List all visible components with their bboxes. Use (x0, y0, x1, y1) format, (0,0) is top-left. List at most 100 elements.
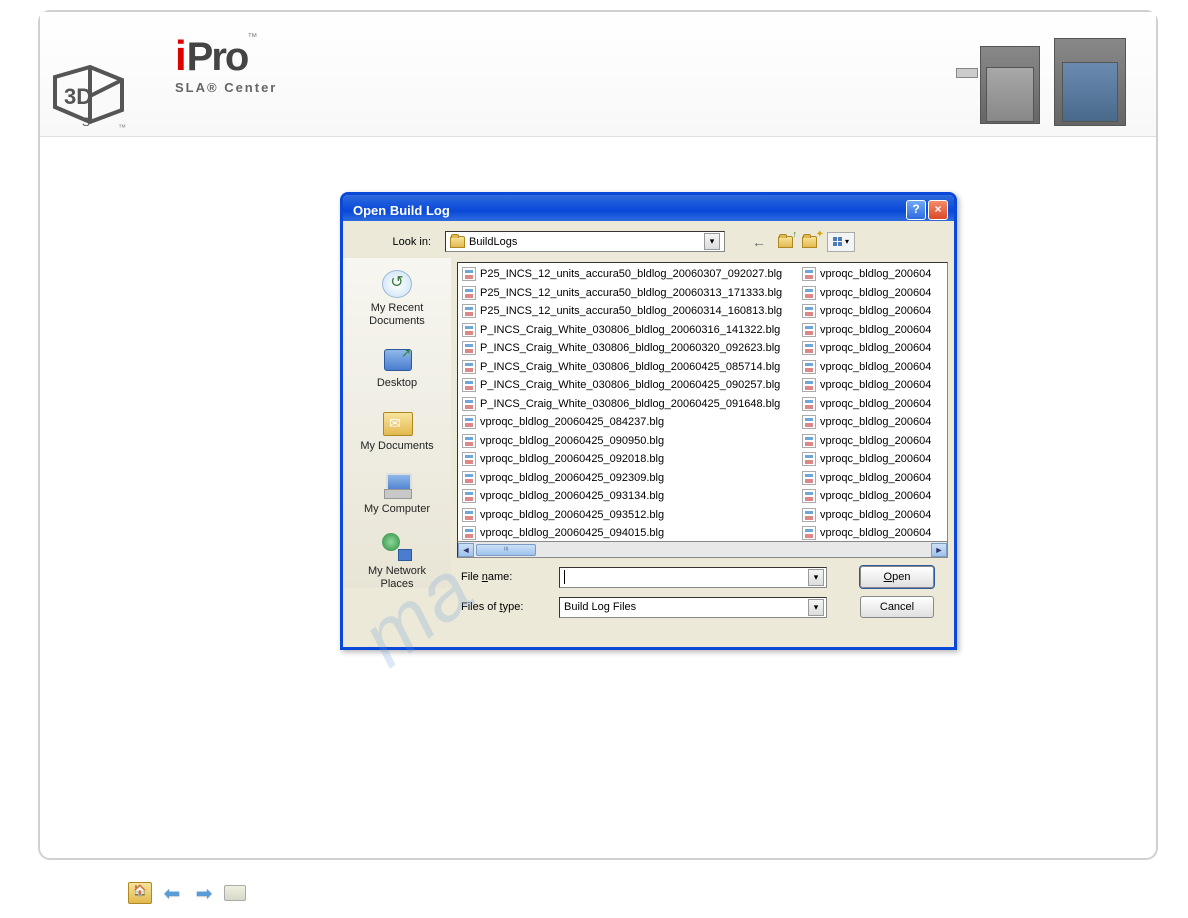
file-icon (462, 415, 476, 429)
sidebar-item-mydocuments[interactable]: My Documents (352, 402, 442, 457)
horizontal-scrollbar[interactable]: ◄ ► (457, 542, 948, 558)
logo-subtitle: SLA® Center (175, 80, 277, 95)
file-name: vproqc_bldlog_20060425_092018.blg (480, 453, 664, 465)
file-item[interactable]: P25_INCS_12_units_accura50_bldlog_200603… (460, 302, 796, 321)
file-item[interactable]: vproqc_bldlog_200604 (800, 358, 933, 377)
file-name: vproqc_bldlog_20060425_094015.blg (480, 527, 664, 539)
file-name: P_INCS_Craig_White_030806_bldlog_2006042… (480, 379, 780, 391)
footer-nav: ⬅ ➡ (128, 882, 246, 904)
dropdown-arrow-icon[interactable]: ▾ (808, 599, 824, 616)
file-item[interactable]: P_INCS_Craig_White_030806_bldlog_2006031… (460, 321, 796, 340)
file-item[interactable]: P_INCS_Craig_White_030806_bldlog_2006042… (460, 376, 796, 395)
titlebar[interactable]: Open Build Log ? × (343, 195, 954, 221)
sidebar-label: My Network Places (352, 565, 442, 590)
file-item[interactable]: vproqc_bldlog_200604 (800, 413, 933, 432)
file-item[interactable]: vproqc_bldlog_200604 (800, 321, 933, 340)
file-item[interactable]: vproqc_bldlog_20060425_092309.blg (460, 469, 796, 488)
forward-arrow-icon[interactable]: ➡ (192, 882, 216, 904)
file-item[interactable]: vproqc_bldlog_200604 (800, 450, 933, 469)
file-name: vproqc_bldlog_200604 (820, 490, 931, 502)
file-item[interactable]: P25_INCS_12_units_accura50_bldlog_200603… (460, 265, 796, 284)
sidebar-label: Desktop (352, 377, 442, 390)
file-name: vproqc_bldlog_200604 (820, 472, 931, 484)
file-icon (802, 267, 816, 281)
file-item[interactable]: vproqc_bldlog_200604 (800, 432, 933, 451)
file-name: P_INCS_Craig_White_030806_bldlog_2006032… (480, 342, 780, 354)
back-icon[interactable]: ← (749, 232, 769, 252)
file-item[interactable]: P_INCS_Craig_White_030806_bldlog_2006042… (460, 358, 796, 377)
open-button[interactable]: Open (860, 566, 934, 588)
file-item[interactable]: vproqc_bldlog_200604 (800, 265, 933, 284)
cancel-button[interactable]: Cancel (860, 596, 934, 618)
file-item[interactable]: vproqc_bldlog_200604 (800, 487, 933, 506)
folder-nav-icon[interactable] (224, 885, 246, 901)
view-menu-icon[interactable]: ▾ (827, 232, 855, 252)
file-icon (462, 489, 476, 503)
dropdown-arrow-icon[interactable]: ▾ (808, 569, 824, 586)
printer-images (956, 32, 1136, 127)
file-name: vproqc_bldlog_200604 (820, 379, 931, 391)
file-item[interactable]: vproqc_bldlog_20060425_093512.blg (460, 506, 796, 525)
filetype-value: Build Log Files (564, 601, 636, 613)
file-icon (802, 452, 816, 466)
filename-value (564, 570, 566, 584)
app-window: 3D S ™ iPro™ SLA® Center manualsive Open… (38, 10, 1158, 860)
file-item[interactable]: P25_INCS_12_units_accura50_bldlog_200603… (460, 284, 796, 303)
file-name: vproqc_bldlog_20060425_090950.blg (480, 435, 664, 447)
file-item[interactable]: vproqc_bldlog_200604 (800, 339, 933, 358)
file-item[interactable]: vproqc_bldlog_200604 (800, 469, 933, 488)
file-name: P25_INCS_12_units_accura50_bldlog_200603… (480, 305, 782, 317)
file-item[interactable]: vproqc_bldlog_20060425_094015.blg (460, 524, 796, 542)
file-item[interactable]: vproqc_bldlog_200604 (800, 524, 933, 542)
new-folder-icon[interactable]: ✦ (801, 232, 821, 252)
file-item[interactable]: P_INCS_Craig_White_030806_bldlog_2006032… (460, 339, 796, 358)
scroll-right-icon[interactable]: ► (931, 543, 947, 557)
file-name: vproqc_bldlog_20060425_084237.blg (480, 416, 664, 428)
file-icon (462, 434, 476, 448)
lookin-label: Look in: (357, 236, 439, 248)
file-icon (802, 286, 816, 300)
file-name: vproqc_bldlog_200604 (820, 361, 931, 373)
file-icon (462, 526, 476, 540)
logo-pro-text: Pro (187, 35, 248, 79)
file-item[interactable]: vproqc_bldlog_200604 (800, 284, 933, 303)
close-button[interactable]: × (928, 200, 948, 220)
file-name: P25_INCS_12_units_accura50_bldlog_200603… (480, 287, 782, 299)
sidebar-item-desktop[interactable]: Desktop (352, 339, 442, 394)
file-icon (802, 471, 816, 485)
file-item[interactable]: vproqc_bldlog_200604 (800, 376, 933, 395)
file-list[interactable]: P25_INCS_12_units_accura50_bldlog_200603… (457, 262, 948, 542)
sidebar-item-network[interactable]: My Network Places (352, 527, 442, 594)
file-icon (802, 304, 816, 318)
sidebar-label: My Documents (352, 440, 442, 453)
file-item[interactable]: vproqc_bldlog_200604 (800, 395, 933, 414)
filetype-dropdown[interactable]: Build Log Files ▾ (559, 597, 827, 618)
home-icon[interactable] (128, 882, 152, 904)
sidebar-item-recent[interactable]: My Recent Documents (352, 264, 442, 331)
filename-input[interactable]: ▾ (559, 567, 827, 588)
scroll-thumb[interactable] (476, 544, 536, 556)
back-arrow-icon[interactable]: ⬅ (160, 882, 184, 904)
file-item[interactable]: vproqc_bldlog_200604 (800, 506, 933, 525)
file-name: vproqc_bldlog_200604 (820, 342, 931, 354)
file-item[interactable]: vproqc_bldlog_200604 (800, 302, 933, 321)
file-item[interactable]: P_INCS_Craig_White_030806_bldlog_2006042… (460, 395, 796, 414)
file-item[interactable]: vproqc_bldlog_20060425_092018.blg (460, 450, 796, 469)
file-item[interactable]: vproqc_bldlog_20060425_084237.blg (460, 413, 796, 432)
file-name: vproqc_bldlog_200604 (820, 509, 931, 521)
scroll-left-icon[interactable]: ◄ (458, 543, 474, 557)
file-icon (802, 434, 816, 448)
lookin-dropdown[interactable]: BuildLogs ▾ (445, 231, 725, 252)
dropdown-arrow-icon[interactable]: ▾ (704, 233, 720, 250)
file-icon (462, 378, 476, 392)
header: 3D S ™ iPro™ SLA® Center (40, 12, 1156, 137)
help-button[interactable]: ? (906, 200, 926, 220)
file-icon (462, 397, 476, 411)
up-one-level-icon[interactable]: ↑ (775, 232, 795, 252)
file-name: vproqc_bldlog_200604 (820, 453, 931, 465)
file-icon (462, 471, 476, 485)
file-item[interactable]: vproqc_bldlog_20060425_093134.blg (460, 487, 796, 506)
file-icon (462, 304, 476, 318)
file-item[interactable]: vproqc_bldlog_20060425_090950.blg (460, 432, 796, 451)
sidebar-item-mycomputer[interactable]: My Computer (352, 465, 442, 520)
